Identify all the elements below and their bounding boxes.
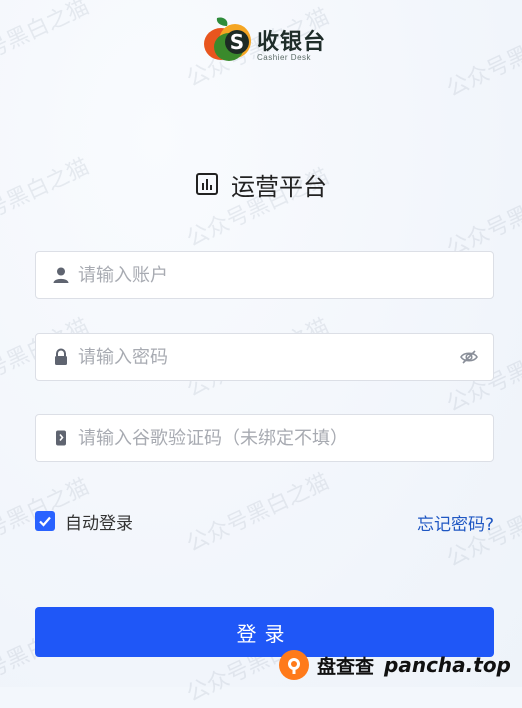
eye-off-icon[interactable] xyxy=(459,347,479,367)
badge-cn-text: 盘查查 xyxy=(317,655,375,678)
checkbox-checked-icon[interactable] xyxy=(35,511,55,531)
logo-subtext: Cashier Desk xyxy=(257,53,312,62)
google-code-input[interactable] xyxy=(76,414,493,462)
logo-letter-icon: S xyxy=(230,30,244,54)
google-code-field[interactable] xyxy=(35,414,494,462)
user-icon xyxy=(52,266,70,284)
account-input[interactable] xyxy=(76,251,493,299)
auto-login-checkbox[interactable]: 自动登录 xyxy=(35,510,133,534)
key-icon xyxy=(52,429,70,447)
logo-text: 收银台 xyxy=(257,30,327,55)
logo-letter: S xyxy=(230,30,244,54)
pancha-logo-icon xyxy=(279,650,309,680)
badge-en-text: pancha.top xyxy=(384,653,511,677)
lock-icon xyxy=(52,348,70,366)
auto-login-label: 自动登录 xyxy=(65,513,133,534)
forgot-password-link[interactable]: 忘记密码? xyxy=(417,510,494,535)
platform-title: 运营平台 xyxy=(0,166,522,202)
account-field[interactable] xyxy=(35,251,494,299)
password-input[interactable] xyxy=(76,333,459,381)
pancha-badge: 盘查查 pancha.top xyxy=(279,648,511,682)
platform-title-text: 运营平台 xyxy=(231,172,327,201)
app-logo: S 收银台 Cashier Desk xyxy=(201,14,336,66)
password-field[interactable] xyxy=(35,333,494,381)
bar-chart-icon xyxy=(196,173,218,195)
